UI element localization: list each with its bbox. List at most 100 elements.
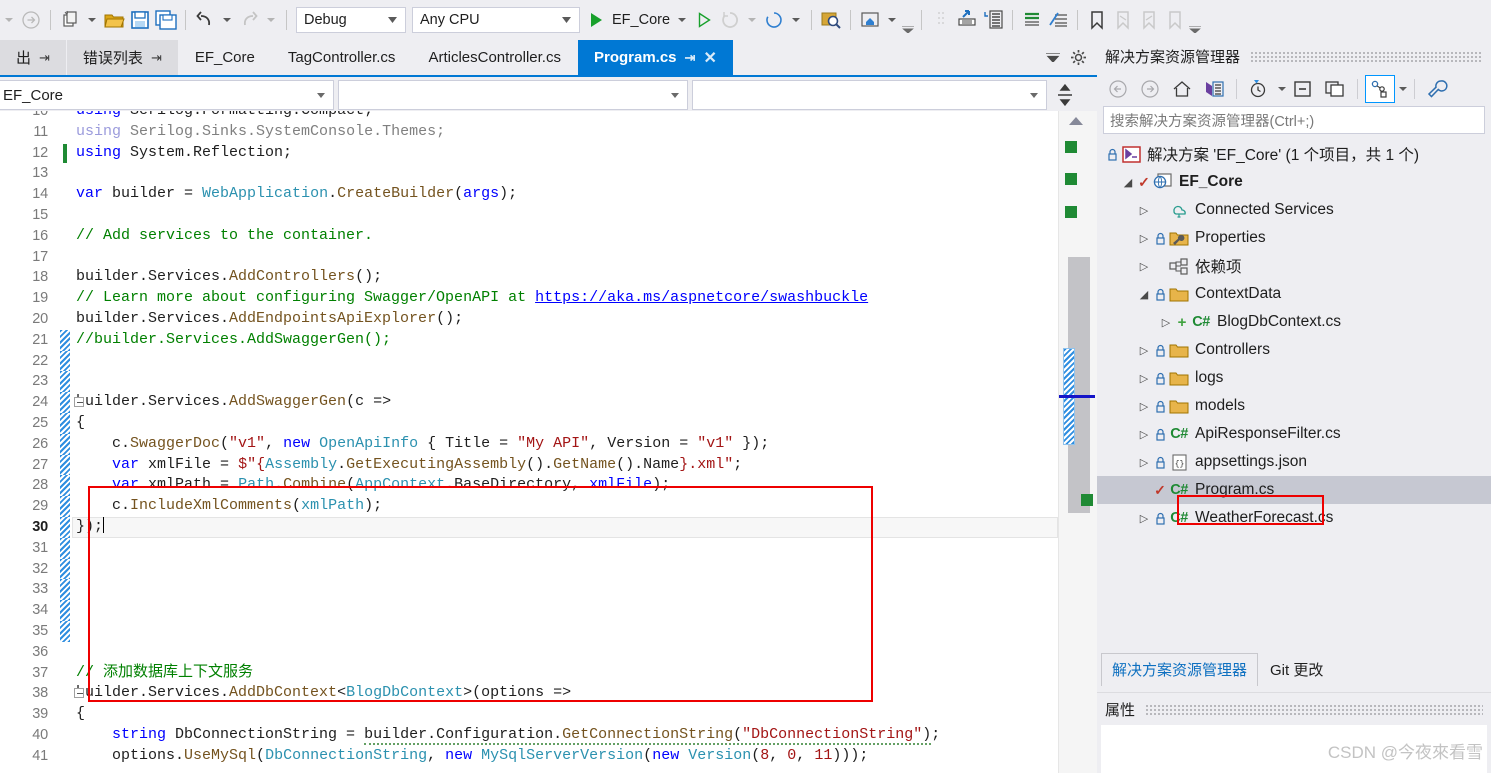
- line-gutter[interactable]: [58, 475, 72, 497]
- tree-item-models[interactable]: ▷ models: [1097, 392, 1491, 420]
- expander-collapsed-icon[interactable]: ▷: [1135, 456, 1153, 469]
- close-icon[interactable]: ✕: [703, 48, 716, 68]
- expander-collapsed-icon[interactable]: ▷: [1135, 400, 1153, 413]
- comment-lines-icon[interactable]: [1019, 7, 1045, 33]
- expander-collapsed-icon[interactable]: ▷: [1135, 428, 1153, 441]
- tree-item-contextdata[interactable]: ◢ ContextData: [1097, 280, 1491, 308]
- expander-collapsed-icon[interactable]: ▷: [1157, 316, 1175, 329]
- tab-tagcontroller-cs[interactable]: TagController.cs: [271, 40, 413, 75]
- line-gutter[interactable]: [58, 620, 72, 642]
- pending-changes-filter-icon[interactable]: [1244, 75, 1274, 103]
- line-gutter[interactable]: [58, 412, 72, 434]
- expander-expanded-icon[interactable]: ◢: [1119, 176, 1137, 189]
- tree-item-controllers[interactable]: ▷ Controllers: [1097, 336, 1491, 364]
- line-gutter[interactable]: [58, 371, 72, 393]
- home-caret-icon[interactable]: [888, 18, 897, 22]
- line-gutter[interactable]: [58, 454, 72, 476]
- properties-wrench-icon[interactable]: [1422, 75, 1452, 103]
- scroll-up-arrow-icon[interactable]: [1069, 117, 1083, 125]
- new-item-caret-icon[interactable]: [88, 18, 96, 22]
- line-gutter[interactable]: [58, 725, 72, 746]
- tab-solution-explorer[interactable]: 解决方案资源管理器: [1101, 653, 1259, 686]
- solution-configuration-combo[interactable]: Debug: [296, 7, 406, 33]
- line-gutter[interactable]: [58, 392, 84, 414]
- tab-articlescontroller-cs[interactable]: ArticlesController.cs: [412, 40, 578, 75]
- line-gutter[interactable]: [58, 746, 72, 767]
- line-gutter[interactable]: [58, 184, 72, 205]
- tab-list-dropdown-icon[interactable]: [1046, 53, 1060, 62]
- project-dropdown[interactable]: EF_Core: [0, 80, 334, 110]
- uncomment-lines-icon[interactable]: [1045, 7, 1071, 33]
- tab-ef-core[interactable]: EF_Core: [178, 40, 272, 75]
- line-gutter[interactable]: [58, 247, 72, 268]
- refresh-caret-icon[interactable]: [792, 18, 801, 22]
- tree-item-appsettings-json[interactable]: ▷ {} appsettings.json: [1097, 448, 1491, 476]
- expander-collapsed-icon[interactable]: ▷: [1135, 372, 1153, 385]
- tree-item-ef-core-project[interactable]: ◢ ✓ EF_Core: [1097, 168, 1491, 196]
- split-view-icon[interactable]: [1051, 80, 1079, 110]
- hot-reload-caret-icon[interactable]: [748, 18, 757, 22]
- line-gutter[interactable]: [58, 143, 72, 164]
- line-gutter[interactable]: [58, 579, 72, 601]
- open-folder-icon[interactable]: [101, 7, 127, 33]
- redo-caret-icon[interactable]: [267, 18, 275, 22]
- line-gutter[interactable]: [58, 704, 72, 725]
- line-gutter[interactable]: [58, 205, 72, 226]
- chevron-down-icon[interactable]: [1278, 87, 1286, 91]
- tab-output[interactable]: 出 ⇥: [0, 40, 67, 75]
- bookmark-next-icon[interactable]: [1136, 7, 1162, 33]
- search-input[interactable]: 搜索解决方案资源管理器(Ctrl+;): [1103, 106, 1485, 134]
- gear-icon[interactable]: [1070, 49, 1087, 66]
- circular-refresh-icon[interactable]: [761, 7, 787, 33]
- bookmark-icon[interactable]: [1084, 7, 1110, 33]
- play-run-icon[interactable]: [583, 7, 609, 33]
- show-all-files-icon[interactable]: [1320, 75, 1350, 103]
- panel-list-icon[interactable]: [980, 7, 1006, 33]
- tab-error-list[interactable]: 错误列表 ⇥: [66, 40, 179, 75]
- startup-project-caret-icon[interactable]: [678, 18, 687, 22]
- line-gutter[interactable]: [58, 226, 72, 247]
- pin-icon[interactable]: ⇥: [685, 50, 696, 66]
- line-gutter[interactable]: [58, 309, 72, 330]
- home-icon[interactable]: [1167, 75, 1197, 103]
- editor-vertical-scrollbar[interactable]: [1058, 111, 1097, 773]
- tree-item-properties[interactable]: ▷ Properties: [1097, 224, 1491, 252]
- member-dropdown[interactable]: [692, 80, 1047, 110]
- pane-grip[interactable]: [1250, 50, 1483, 62]
- swashbuckle-link[interactable]: https://aka.ms/aspnetcore/swashbuckle: [535, 289, 868, 306]
- line-gutter[interactable]: [58, 642, 72, 663]
- line-gutter[interactable]: [58, 516, 72, 538]
- save-icon[interactable]: [127, 7, 153, 33]
- expander-collapsed-icon[interactable]: ▷: [1135, 232, 1153, 245]
- tree-item-solution[interactable]: 解决方案 'EF_Core' (1 个项目，共 1 个): [1097, 140, 1491, 168]
- line-gutter[interactable]: [58, 537, 72, 559]
- nav-forward-arrow-icon[interactable]: [18, 7, 44, 33]
- tree-item-blogdbcontext-cs[interactable]: ▷ + C# BlogDbContext.cs: [1097, 308, 1491, 336]
- expander-collapsed-icon[interactable]: ▷: [1135, 260, 1153, 273]
- line-gutter[interactable]: [58, 496, 72, 518]
- expander-collapsed-icon[interactable]: ▷: [1135, 344, 1153, 357]
- line-gutter[interactable]: [58, 267, 72, 288]
- tree-item-weatherforecast-cs[interactable]: ▷ C# WeatherForecast.cs: [1097, 504, 1491, 532]
- collapse-all-icon[interactable]: [1288, 75, 1318, 103]
- tree-item-apiresponsefilter-cs[interactable]: ▷ C# ApiResponseFilter.cs: [1097, 420, 1491, 448]
- solution-platform-combo[interactable]: Any CPU: [412, 7, 580, 33]
- tree-item-connected-services[interactable]: ▷ Connected Services: [1097, 196, 1491, 224]
- view-object-tree-icon[interactable]: [1365, 75, 1395, 103]
- line-gutter[interactable]: [58, 433, 72, 455]
- type-dropdown[interactable]: [338, 80, 688, 110]
- tree-item-dependencies[interactable]: ▷ 依赖项: [1097, 252, 1491, 280]
- undo-icon[interactable]: [192, 7, 218, 33]
- expander-expanded-icon[interactable]: ◢: [1135, 288, 1153, 301]
- line-gutter[interactable]: [58, 350, 72, 372]
- line-gutter[interactable]: [58, 329, 72, 351]
- tree-item-program-cs[interactable]: ✓ C# Program.cs: [1097, 476, 1491, 504]
- line-gutter[interactable]: [58, 558, 72, 580]
- back-arrow-icon[interactable]: [1103, 75, 1133, 103]
- tab-git-changes[interactable]: Git 更改: [1260, 654, 1333, 686]
- toolbar-overflow-icon[interactable]: [901, 5, 915, 35]
- solution-tree[interactable]: 解决方案 'EF_Core' (1 个项目，共 1 个) ◢ ✓ EF_Core…: [1097, 140, 1491, 575]
- nav-back-caret-icon[interactable]: [5, 18, 13, 22]
- redo-icon[interactable]: [236, 7, 262, 33]
- tab-program-cs[interactable]: Program.cs ⇥ ✕: [577, 40, 734, 75]
